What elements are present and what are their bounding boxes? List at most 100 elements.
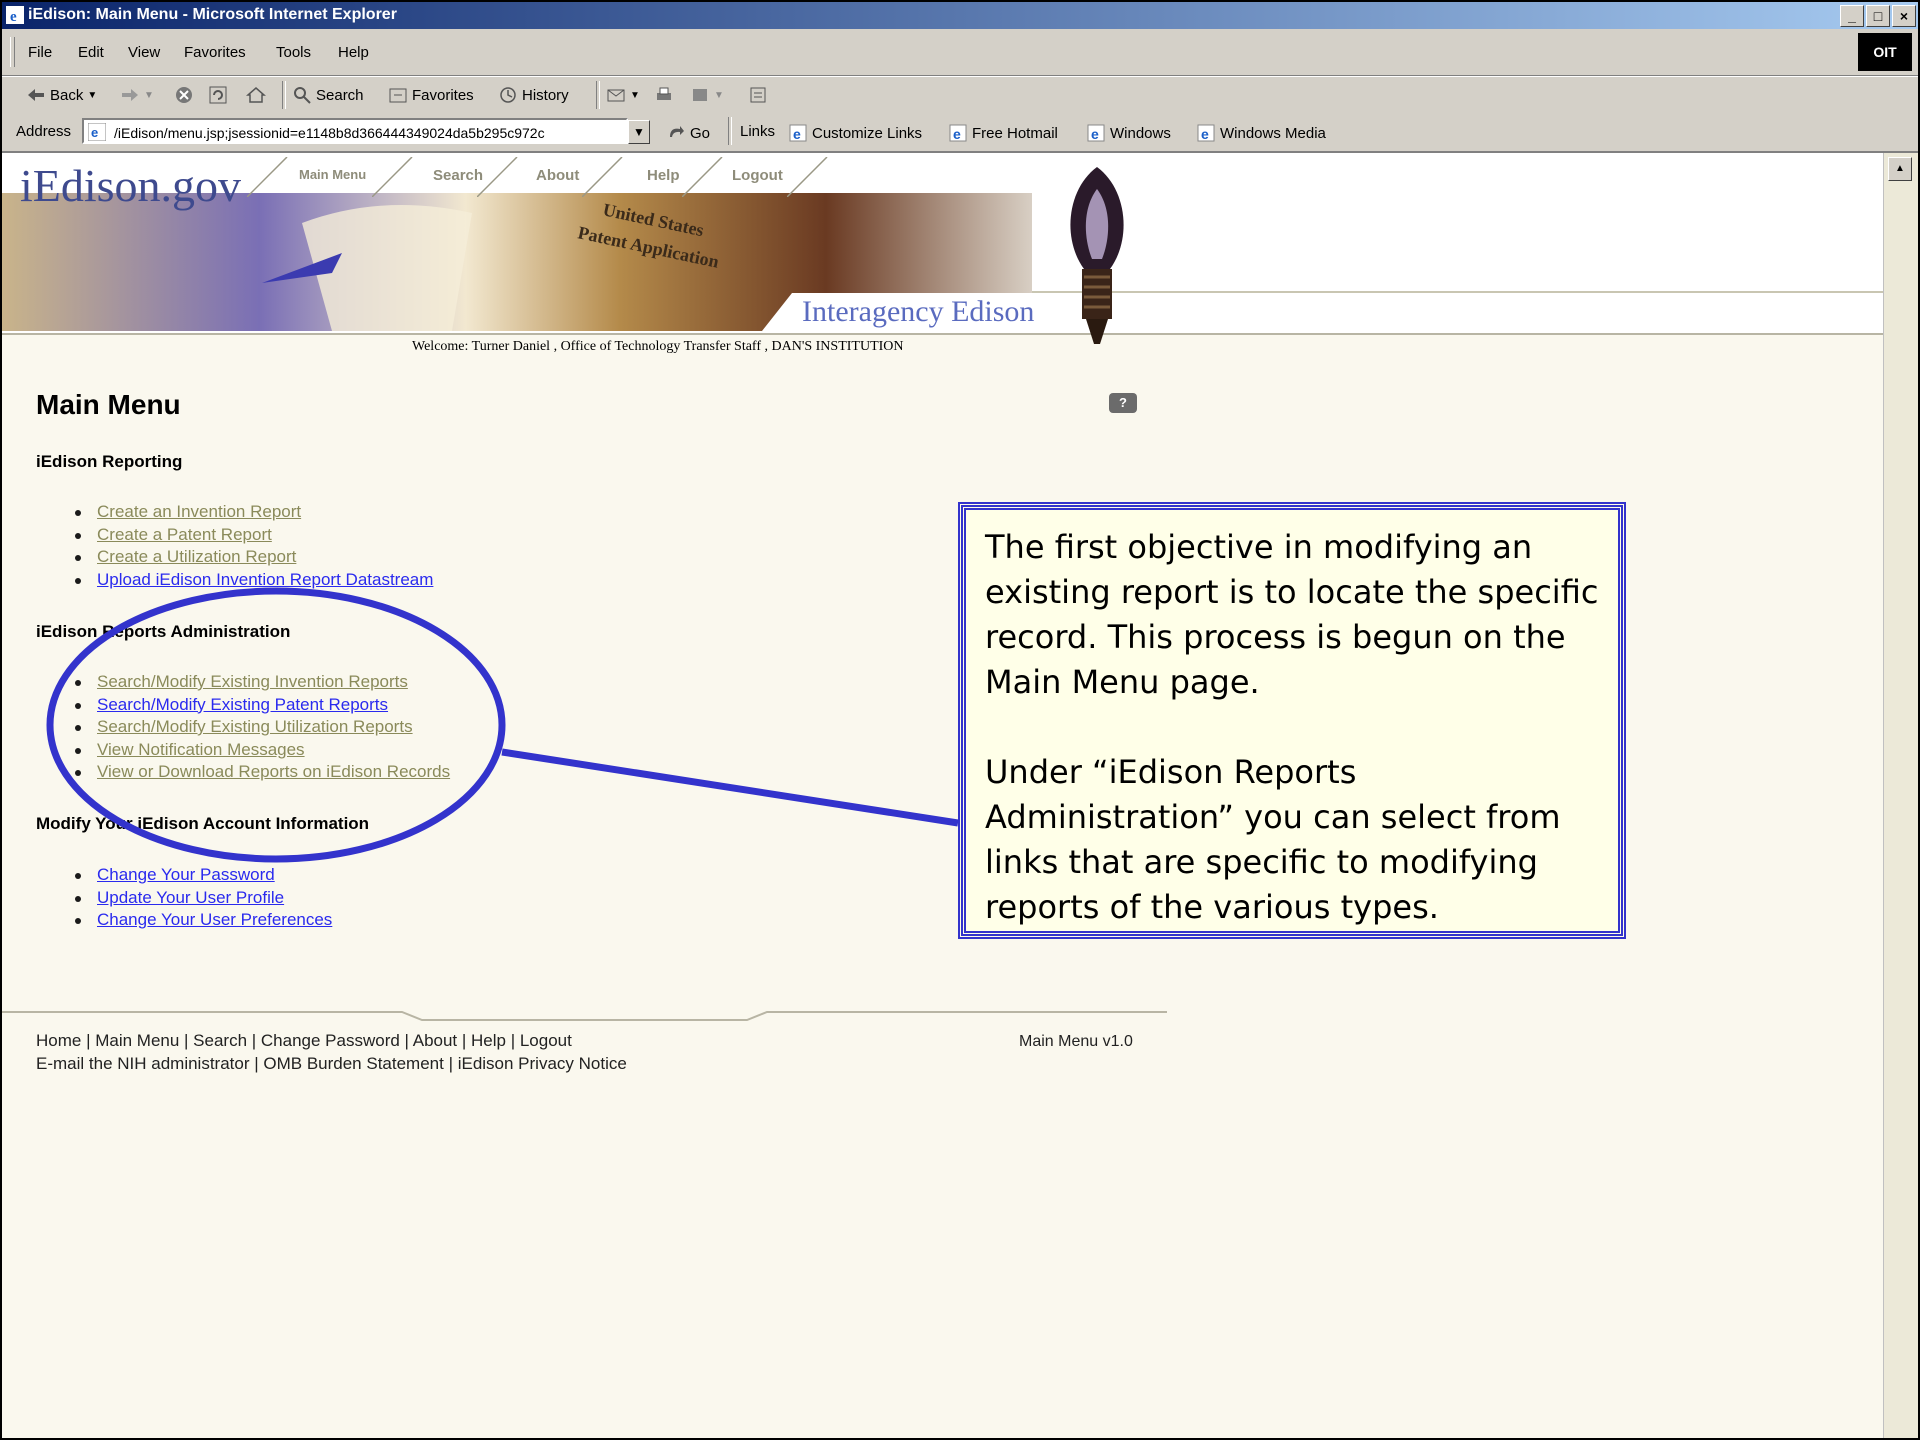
menu-help[interactable]: Help — [338, 44, 369, 61]
link-change-password[interactable]: Change Your Password — [97, 865, 275, 885]
discuss-button[interactable] — [748, 85, 768, 105]
chevron-down-icon[interactable]: ▼ — [144, 90, 154, 101]
ie-page-icon: e — [1087, 124, 1105, 142]
link-search-patent-reports[interactable]: Search/Modify Existing Patent Reports — [97, 695, 388, 715]
vertical-scrollbar[interactable]: ▲ — [1883, 153, 1918, 1438]
oit-logo: OIT — [1858, 33, 1912, 71]
standard-toolbar: Back ▼ ▼ Search Favorites History ▼ ▼ — [2, 76, 1918, 114]
nav-search[interactable]: Search — [433, 167, 483, 184]
refresh-icon — [209, 86, 227, 104]
search-button[interactable]: Search — [292, 85, 364, 105]
minimize-button[interactable]: _ — [1840, 5, 1864, 27]
footer-info-links[interactable]: E-mail the NIH administrator | OMB Burde… — [36, 1054, 627, 1074]
history-icon — [500, 87, 516, 103]
history-button[interactable]: History — [498, 85, 569, 105]
section-heading-administration: iEdison Reports Administration — [36, 622, 291, 641]
close-button[interactable]: × — [1892, 5, 1916, 27]
svg-text:e: e — [1201, 126, 1209, 142]
menu-favorites[interactable]: Favorites — [184, 44, 246, 61]
svg-text:e: e — [793, 126, 801, 142]
go-button[interactable]: Go — [666, 123, 710, 143]
footer-nav-links[interactable]: Home | Main Menu | Search | Change Passw… — [36, 1031, 572, 1051]
go-label: Go — [690, 124, 711, 142]
link-change-preferences[interactable]: Change Your User Preferences — [97, 910, 332, 930]
edit-button[interactable]: ▼ — [690, 85, 724, 105]
toolbar-grip — [10, 37, 15, 67]
section-heading-reporting: iEdison Reporting — [36, 452, 183, 471]
address-dropdown-button[interactable]: ▼ — [628, 120, 650, 144]
link-update-profile[interactable]: Update Your User Profile — [97, 888, 284, 908]
nav-divider — [247, 157, 288, 197]
favorites-icon — [389, 88, 407, 103]
menu-file[interactable]: File — [28, 44, 52, 61]
address-url: /iEdison/menu.jsp;jsessionid=e1148b8d366… — [114, 125, 545, 141]
menu-tools[interactable]: Tools — [276, 44, 311, 61]
link-create-invention-report[interactable]: Create an Invention Report — [97, 502, 301, 522]
ie-page-icon: e — [789, 124, 807, 142]
help-icon[interactable]: ? — [1109, 393, 1137, 413]
refresh-button[interactable] — [208, 85, 228, 105]
toolbar-separator — [596, 81, 600, 109]
link-customize-links[interactable]: e Customize Links — [788, 123, 922, 143]
link-create-patent-report[interactable]: Create a Patent Report — [97, 525, 272, 545]
link-upload-datastream[interactable]: Upload iEdison Invention Report Datastre… — [97, 570, 433, 590]
toolbar-separator — [282, 81, 286, 109]
lightbulb-image — [1070, 167, 1124, 344]
forward-button[interactable]: ▼ — [120, 85, 154, 105]
welcome-message: Welcome: Turner Daniel , Office of Techn… — [412, 339, 904, 354]
maximize-button[interactable]: □ — [1866, 5, 1890, 27]
nav-help[interactable]: Help — [647, 167, 680, 184]
address-input[interactable]: e /iEdison/menu.jsp;jsessionid=e1148b8d3… — [82, 118, 628, 144]
nav-logout[interactable]: Logout — [732, 167, 783, 184]
toolbar-separator — [728, 117, 732, 145]
link-label: Windows Media — [1220, 124, 1326, 142]
annotation-callout: The first objective in modifying an exis… — [958, 502, 1626, 939]
link-view-notifications[interactable]: View Notification Messages — [97, 740, 305, 760]
favorites-button[interactable]: Favorites — [388, 85, 474, 105]
link-windows[interactable]: e Windows — [1086, 123, 1171, 143]
link-free-hotmail[interactable]: e Free Hotmail — [948, 123, 1058, 143]
title-bar: e iEdison: Main Menu - Microsoft Interne… — [2, 2, 1918, 29]
edit-icon — [693, 89, 707, 101]
link-windows-media[interactable]: e Windows Media — [1196, 123, 1326, 143]
svg-text:e: e — [953, 126, 961, 142]
version-label: Main Menu v1.0 — [1019, 1033, 1133, 1050]
site-logo[interactable]: iEdison.gov — [20, 159, 241, 212]
link-label: Windows — [1110, 124, 1171, 142]
search-label: Search — [316, 86, 364, 104]
link-search-utilization-reports[interactable]: Search/Modify Existing Utilization Repor… — [97, 717, 413, 737]
nav-about[interactable]: About — [536, 167, 579, 184]
section-heading-account: Modify Your iEdison Account Information — [36, 814, 370, 833]
nav-main-menu[interactable]: Main Menu — [299, 167, 366, 182]
discuss-icon — [750, 87, 766, 103]
callout-paragraph-2: Under “iEdison Reports Administration” y… — [985, 753, 1561, 926]
back-button[interactable]: Back ▼ — [26, 85, 97, 105]
window-title: iEdison: Main Menu - Microsoft Internet … — [28, 6, 397, 23]
link-view-download-reports[interactable]: View or Download Reports on iEdison Reco… — [97, 762, 450, 782]
callout-paragraph-1: The first objective in modifying an exis… — [985, 528, 1599, 701]
home-button[interactable] — [246, 85, 266, 105]
links-label: Links — [740, 123, 776, 140]
link-create-utilization-report[interactable]: Create a Utilization Report — [97, 547, 296, 567]
link-label: Customize Links — [812, 124, 923, 142]
search-icon — [294, 87, 311, 104]
footer-divider — [2, 1011, 1167, 1021]
chevron-down-icon[interactable]: ▼ — [87, 90, 97, 101]
print-button[interactable] — [654, 85, 674, 105]
stop-button[interactable] — [174, 85, 194, 105]
page-icon: e — [88, 123, 106, 141]
tagline: Interagency Edison — [802, 295, 1035, 328]
menu-view[interactable]: View — [128, 44, 160, 61]
svg-text:e: e — [10, 9, 17, 24]
print-icon — [657, 87, 671, 100]
address-label: Address — [16, 123, 72, 140]
link-search-invention-reports[interactable]: Search/Modify Existing Invention Reports — [97, 672, 408, 692]
chevron-down-icon[interactable]: ▼ — [714, 90, 724, 101]
menu-edit[interactable]: Edit — [78, 44, 104, 61]
scroll-up-icon[interactable]: ▲ — [1888, 157, 1912, 181]
banner-divider — [1032, 291, 1884, 293]
mail-button[interactable]: ▼ — [606, 85, 640, 105]
chevron-down-icon[interactable]: ▼ — [630, 90, 640, 101]
go-arrow-icon — [670, 126, 684, 137]
forward-arrow-icon — [122, 89, 138, 101]
